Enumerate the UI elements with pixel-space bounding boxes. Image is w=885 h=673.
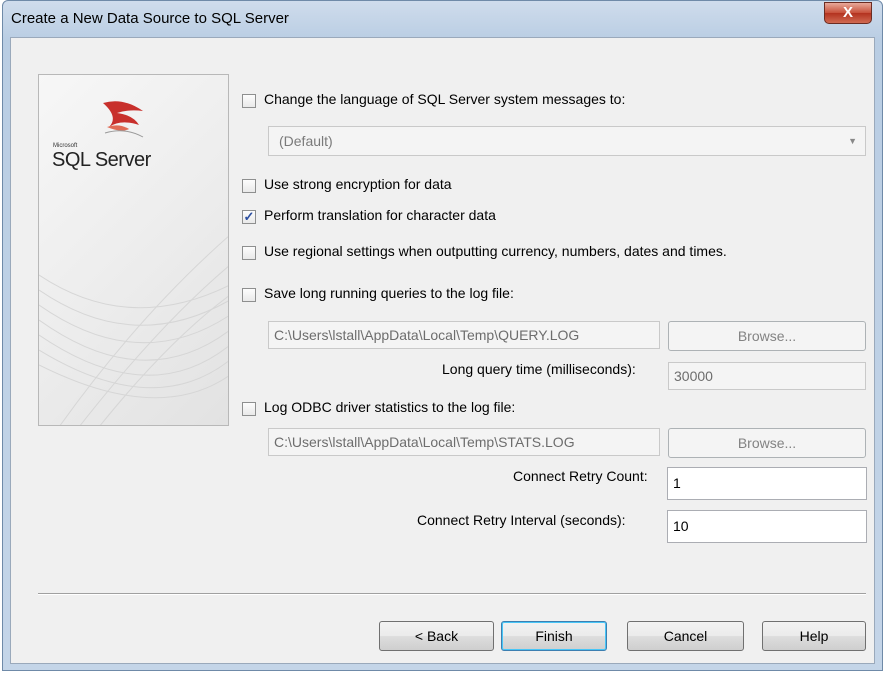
sql-server-logo-icon <box>103 101 144 138</box>
save-long-queries-label: Save long running queries to the log fil… <box>264 285 514 301</box>
help-button[interactable]: Help <box>762 621 866 651</box>
connect-retry-interval-field[interactable]: 10 <box>667 510 867 543</box>
title-bar: Create a New Data Source to SQL Server X <box>3 1 882 37</box>
query-log-browse-button[interactable]: Browse... <box>668 321 866 351</box>
stats-log-browse-button[interactable]: Browse... <box>668 428 866 458</box>
long-query-time-label: Long query time (milliseconds): <box>442 361 636 377</box>
regional-settings-label: Use regional settings when outputting cu… <box>264 243 727 259</box>
change-language-label: Change the language of SQL Server system… <box>264 91 626 107</box>
footer-separator <box>38 593 866 595</box>
language-select[interactable]: (Default) ▼ <box>268 126 866 156</box>
log-odbc-stats-label: Log ODBC driver statistics to the log fi… <box>264 399 516 415</box>
log-odbc-stats-checkbox[interactable] <box>242 402 256 416</box>
sql-server-logo-panel: Microsoft SQL Server <box>38 74 229 426</box>
cancel-button[interactable]: Cancel <box>627 621 744 651</box>
dialog-client-area: Microsoft SQL Server Change the language… <box>10 37 875 664</box>
change-language-checkbox[interactable] <box>242 94 256 108</box>
strong-encryption-label: Use strong encryption for data <box>264 176 452 192</box>
strong-encryption-checkbox[interactable] <box>242 179 256 193</box>
save-long-queries-checkbox[interactable] <box>242 288 256 302</box>
stats-log-path-field[interactable]: C:\Users\lstall\AppData\Local\Temp\STATS… <box>268 428 660 456</box>
back-button[interactable]: < Back <box>379 621 494 651</box>
long-query-time-field[interactable]: 30000 <box>668 362 866 390</box>
close-button[interactable]: X <box>824 2 872 24</box>
perform-translation-label: Perform translation for character data <box>264 207 496 223</box>
chevron-down-icon: ▼ <box>848 136 857 146</box>
checkmark-icon: ✓ <box>243 209 255 224</box>
connect-retry-count-label: Connect Retry Count: <box>513 468 648 484</box>
finish-button[interactable]: Finish <box>501 621 607 651</box>
connect-retry-interval-label: Connect Retry Interval (seconds): <box>417 512 626 528</box>
close-icon: X <box>842 4 853 21</box>
window-title: Create a New Data Source to SQL Server <box>11 10 289 27</box>
logo-product-text: SQL Server <box>52 149 151 171</box>
regional-settings-checkbox[interactable] <box>242 246 256 260</box>
connect-retry-count-field[interactable]: 1 <box>667 467 867 500</box>
language-select-value: (Default) <box>279 133 333 149</box>
dialog-window: Create a New Data Source to SQL Server X <box>2 0 883 671</box>
query-log-path-field[interactable]: C:\Users\lstall\AppData\Local\Temp\QUERY… <box>268 321 660 349</box>
perform-translation-checkbox[interactable]: ✓ <box>242 210 256 224</box>
